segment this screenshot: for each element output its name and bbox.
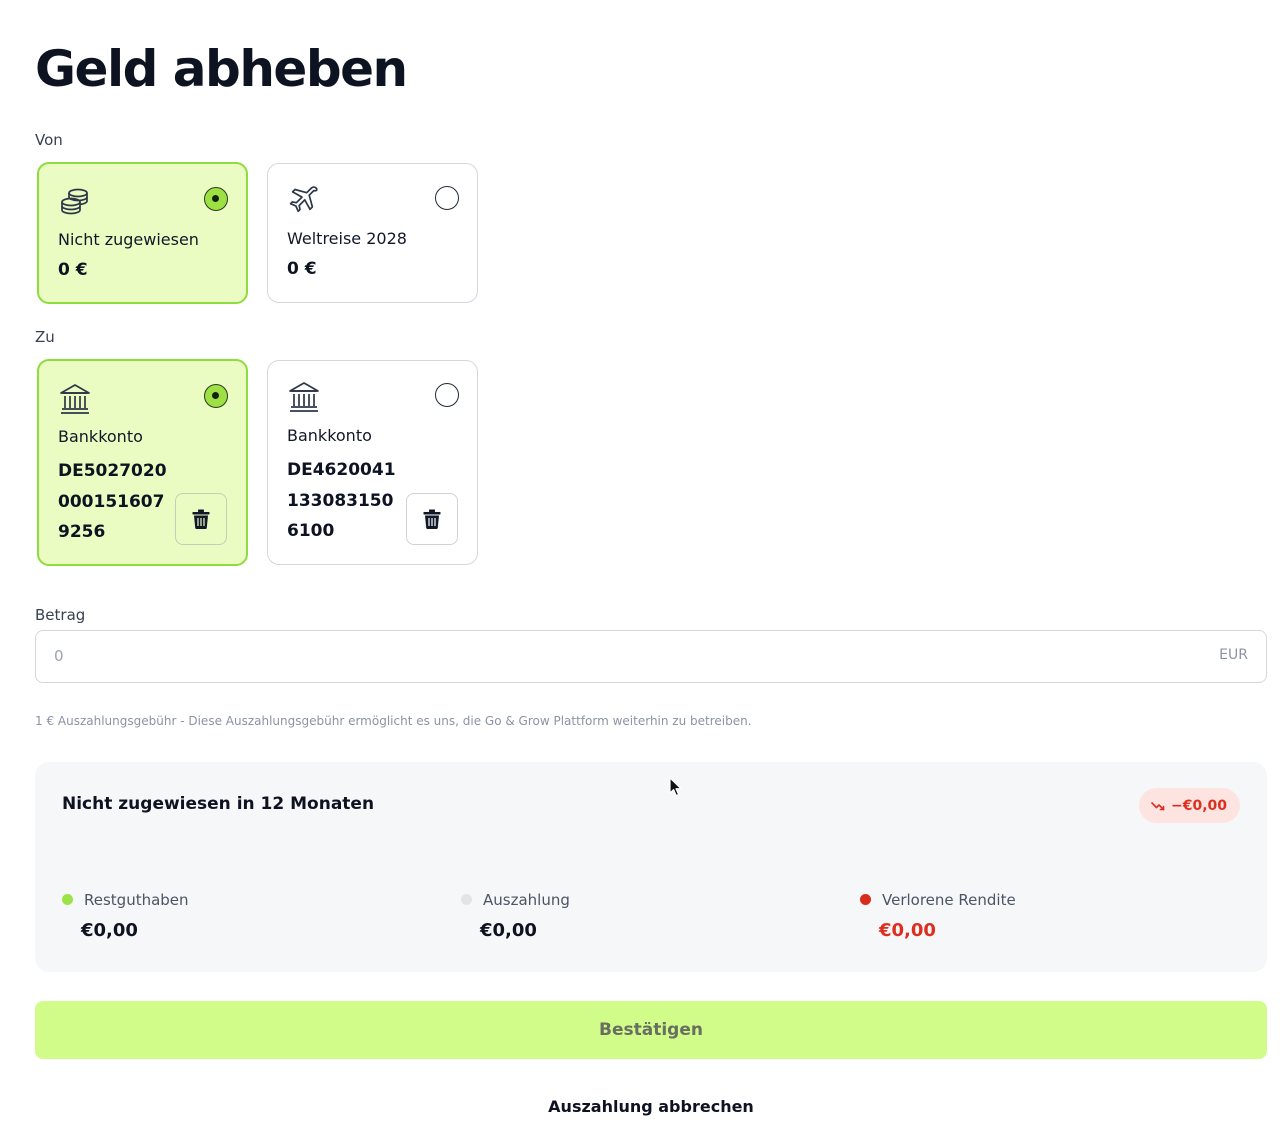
metric-label: Restguthaben <box>84 891 189 909</box>
iban-text: DE50270200001516079256 <box>58 461 167 542</box>
from-option-name: Nicht zugewiesen <box>58 230 199 249</box>
metric-label: Auszahlung <box>483 891 570 909</box>
page-title: Geld abheben <box>35 40 408 98</box>
delete-bank-account-button[interactable] <box>175 493 227 545</box>
cancel-withdrawal-link[interactable]: Auszahlung abbrechen <box>0 1097 1280 1116</box>
trash-icon <box>192 509 210 529</box>
from-option-name: Weltreise 2028 <box>287 229 407 248</box>
forecast-panel: Nicht zugewiesen in 12 Monaten −€0,00 Re… <box>35 762 1267 972</box>
fee-note: 1 € Auszahlungsgebühr - Diese Auszahlung… <box>35 714 752 728</box>
bank-icon <box>60 384 90 414</box>
amount-label: Betrag <box>35 606 86 624</box>
trash-icon <box>423 509 441 529</box>
confirm-button[interactable]: Bestätigen <box>35 1001 1267 1059</box>
delta-value: −€0,00 <box>1170 797 1227 814</box>
to-option-name: Bankkonto <box>58 427 143 446</box>
metric-value: €0,00 <box>81 920 138 941</box>
iban-text: DE46200411330831506100 <box>287 460 396 541</box>
legend-dot <box>461 894 472 905</box>
from-option-amount: 0 € <box>287 259 317 279</box>
from-option-weltreise-2028[interactable]: Weltreise 2028 0 € <box>267 163 478 303</box>
to-radio-bankkonto-1[interactable] <box>204 384 228 408</box>
currency-label: EUR <box>1219 647 1248 663</box>
to-option-bankkonto-1[interactable]: Bankkonto DE50270200001516079256 <box>37 359 248 566</box>
amount-field[interactable]: EUR <box>35 630 1267 683</box>
airplane-icon <box>289 186 318 213</box>
legend-dot <box>860 894 871 905</box>
to-label: Zu <box>35 328 55 346</box>
delta-badge: −€0,00 <box>1138 788 1240 823</box>
mouse-cursor-icon <box>669 777 682 797</box>
metric-label: Verlorene Rendite <box>882 891 1016 909</box>
from-option-amount: 0 € <box>58 260 88 280</box>
from-label: Von <box>35 131 63 149</box>
legend-dot <box>62 894 73 905</box>
amount-input[interactable] <box>54 631 1154 681</box>
to-option-name: Bankkonto <box>287 426 372 445</box>
to-option-bankkonto-2[interactable]: Bankkonto DE46200411330831506100 <box>267 360 478 565</box>
coins-stack-icon <box>61 188 88 215</box>
forecast-title: Nicht zugewiesen in 12 Monaten <box>62 794 375 814</box>
bank-icon <box>289 382 319 412</box>
metric-value: €0,00 <box>879 920 936 941</box>
from-radio-nicht-zugewiesen[interactable] <box>204 187 228 211</box>
from-radio-weltreise-2028[interactable] <box>435 186 459 210</box>
trend-down-icon <box>1151 801 1165 810</box>
to-radio-bankkonto-2[interactable] <box>435 383 459 407</box>
delete-bank-account-button[interactable] <box>406 493 458 545</box>
from-option-nicht-zugewiesen[interactable]: Nicht zugewiesen 0 € <box>37 162 248 304</box>
metric-value: €0,00 <box>480 920 537 941</box>
